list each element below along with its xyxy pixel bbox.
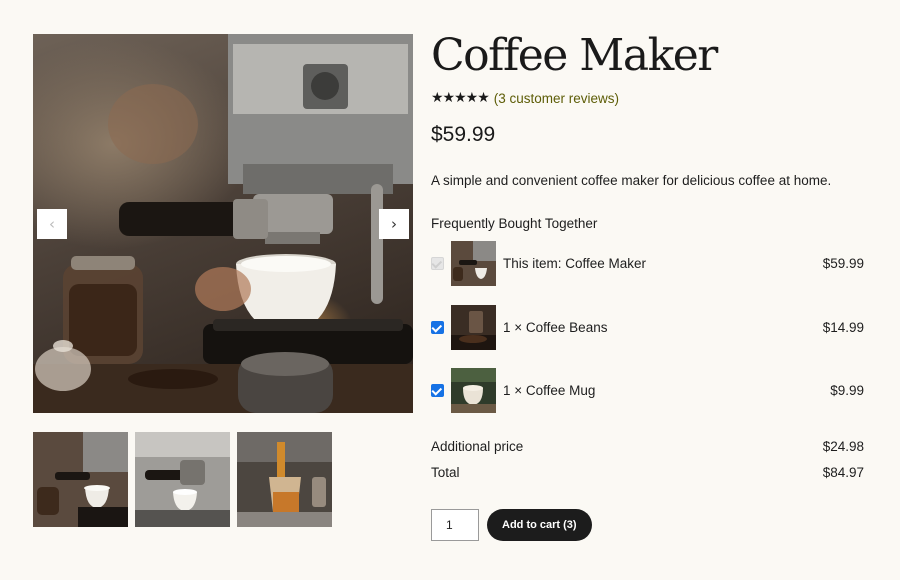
- product-details: Coffee Maker ★★★★★ (3 customer reviews) …: [431, 30, 864, 541]
- total-value: $84.97: [822, 465, 864, 480]
- quantity-input[interactable]: [431, 509, 479, 541]
- customer-reviews-link[interactable]: (3 customer reviews): [494, 91, 619, 106]
- main-product-image[interactable]: ‹ ›: [33, 34, 413, 413]
- coffee-beans-thumbnail: [451, 305, 496, 350]
- add-to-cart-button[interactable]: Add to cart (3): [487, 509, 592, 541]
- product-rating: ★★★★★ (3 customer reviews): [431, 90, 864, 106]
- bundle-checkbox-coffee-maker: [431, 257, 444, 270]
- gallery-thumbnail-3[interactable]: [237, 432, 332, 527]
- bundle-item-price: $14.99: [822, 320, 864, 335]
- product-gallery: ‹ ›: [33, 34, 413, 527]
- bundle-item-coffee-beans: 1 × Coffee Beans $14.99: [431, 305, 864, 350]
- gallery-next-button[interactable]: ›: [379, 209, 409, 239]
- bundle-item-price: $59.99: [822, 256, 864, 271]
- product-description: A simple and convenient coffee maker for…: [431, 173, 832, 188]
- gallery-thumbnail-1[interactable]: [33, 432, 128, 527]
- star-rating-icon: ★★★★★: [431, 90, 490, 106]
- bundle-item-name: 1 × Coffee Beans: [503, 320, 608, 335]
- total-label: Total: [431, 465, 460, 480]
- bundle-checkbox-coffee-beans[interactable]: [431, 321, 444, 334]
- bundle-item-name: This item: Coffee Maker: [503, 256, 647, 271]
- coffee-maker-thumbnail: [451, 241, 496, 286]
- gallery-thumbnail-2[interactable]: [135, 432, 230, 527]
- bundle-item-name: 1 × Coffee Mug: [503, 383, 596, 398]
- additional-price-row: Additional price $24.98: [431, 439, 864, 454]
- additional-price-label: Additional price: [431, 439, 524, 454]
- product-price: $59.99: [431, 123, 496, 146]
- bundle-item-coffee-maker: This item: Coffee Maker $59.99: [431, 241, 864, 286]
- bundle-checkbox-coffee-mug[interactable]: [431, 384, 444, 397]
- product-title: Coffee Maker: [431, 30, 718, 81]
- bundle-heading: Frequently Bought Together: [431, 216, 598, 231]
- bundle-item-price: $9.99: [830, 383, 864, 398]
- gallery-prev-button[interactable]: ‹: [37, 209, 67, 239]
- thumbnail-strip: [33, 432, 413, 527]
- additional-price-value: $24.98: [822, 439, 864, 454]
- total-row: Total $84.97: [431, 465, 864, 480]
- coffee-mug-thumbnail: [451, 368, 496, 413]
- bundle-item-coffee-mug: 1 × Coffee Mug $9.99: [431, 368, 864, 413]
